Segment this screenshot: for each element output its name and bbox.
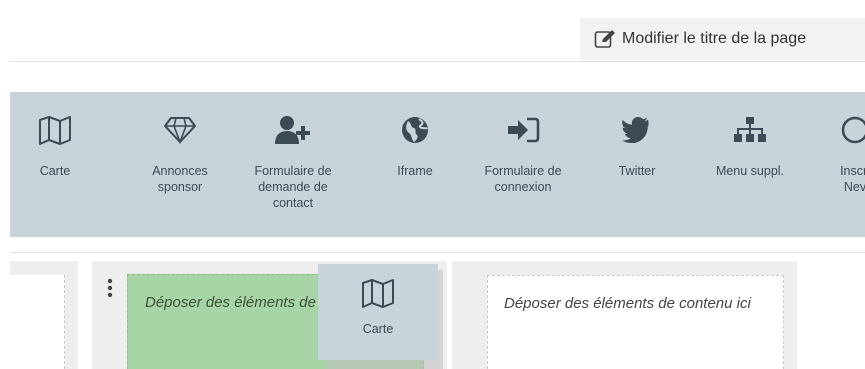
globe-icon <box>402 117 428 143</box>
map-icon <box>362 279 394 308</box>
dragged-widget-label: Carte <box>362 322 394 336</box>
edit-page-title-button[interactable]: Modifier le titre de la page <box>580 18 865 60</box>
widget-label: Formulaire de connexion <box>484 164 562 194</box>
top-bar: Modifier le titre de la page <box>0 0 865 62</box>
dragged-widget-carte[interactable]: Carte <box>318 264 438 360</box>
widget-newsletter[interactable]: Inscri Nev <box>825 92 865 237</box>
twitter-icon <box>622 117 649 143</box>
drag-handle-icon[interactable] <box>106 277 114 299</box>
drop-zone-text: Déposer des éléments de contenu ici <box>504 295 751 312</box>
user-plus-icon <box>275 116 310 144</box>
diamond-icon <box>164 117 196 144</box>
widget-formulaire-connexion[interactable]: Formulaire de connexion <box>478 92 568 237</box>
widget-twitter[interactable]: Twitter <box>607 92 667 237</box>
widget-formulaire-contact[interactable]: Formulaire de demande de contact <box>248 92 338 237</box>
edit-page-title-label: Modifier le titre de la page <box>622 30 807 47</box>
widget-annonces-sponsor[interactable]: Annonces sponsor <box>140 92 220 237</box>
widget-iframe[interactable]: Iframe <box>385 92 445 237</box>
edit-icon <box>594 30 615 48</box>
drop-zone[interactable]: Déposer des éléments de contenu ici <box>487 275 784 369</box>
widget-label: Iframe <box>397 164 433 178</box>
widget-menu-suppl[interactable]: Menu suppl. <box>710 92 790 237</box>
header-divider <box>10 61 865 62</box>
content-column-left <box>10 261 78 369</box>
map-icon <box>39 116 71 145</box>
widget-label: Formulaire de demande de contact <box>254 164 332 210</box>
sign-in-icon <box>508 117 540 143</box>
sitemap-icon <box>734 117 766 142</box>
widget-toolbar: Carte Annonces sponsor Formulaire de dem… <box>10 92 865 237</box>
widget-label: Twitter <box>618 164 656 178</box>
widget-label: Annonces sponsor <box>152 164 208 194</box>
newsletter-icon <box>841 116 865 144</box>
widget-carte[interactable]: Carte <box>25 92 85 237</box>
toolbar-divider <box>10 252 865 253</box>
widget-label: Inscri Nev <box>840 164 865 194</box>
drop-zone-left[interactable] <box>10 275 65 369</box>
widget-label: Carte <box>39 164 71 178</box>
widget-label: Menu suppl. <box>715 164 785 178</box>
